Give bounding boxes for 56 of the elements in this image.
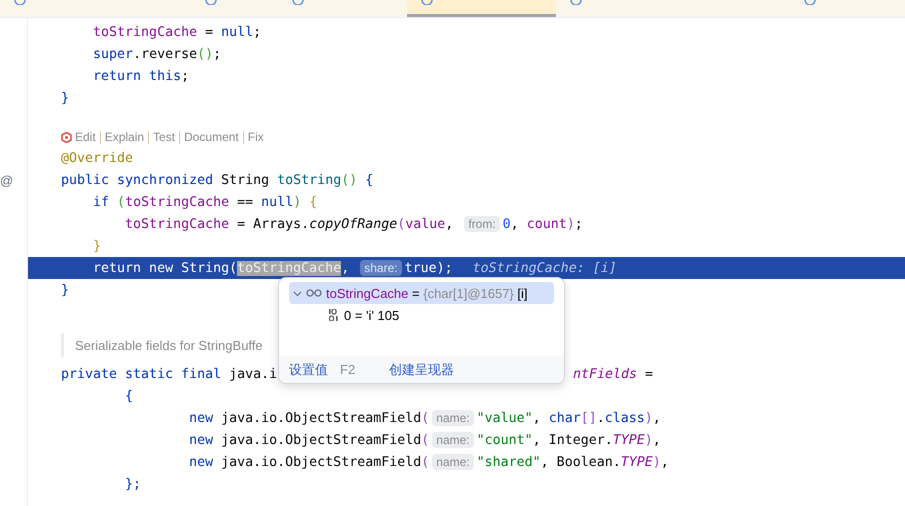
code-text: public synchronized String toString() { [61,172,374,188]
selected-text: toStringCache [237,260,342,276]
code-text: super.reverse(); [92,46,222,62]
variable-row[interactable]: toStringCache = {char[1]@1657} [i] [289,282,554,304]
code-text: toStringCache = Arrays.copyOfRange(value, [124,216,454,232]
code-text: 0, count); [502,216,583,232]
code-vision-link[interactable]: Fix [242,130,268,144]
parameter-hint: from: [464,216,500,232]
code-vision-link[interactable]: Edit [72,130,100,144]
code-text: return new String( [92,260,238,276]
code-text: new java.io.ObjectStreamField( [188,410,430,426]
class-icon [804,0,816,5]
ai-assistant-icon [61,132,72,142]
code-text: "shared", Boolean.TYPE), [476,454,669,470]
doc-text: Serializable fields for StringBuffe [75,338,263,352]
inline-debug-value: toStringCache: [i] [472,260,617,276]
code-text: private static final java.i [61,366,278,382]
code-text: toStringCache = null; [92,24,262,40]
code-text: , [341,260,350,276]
chevron-icon[interactable] [293,288,302,298]
parameter-hint: name: [432,432,474,448]
code-vision-link[interactable]: Explain [100,130,148,144]
class-icon [14,0,26,5]
code-text: return this; [92,68,190,84]
code-vision-link[interactable]: Document [179,130,243,144]
class-icon [205,0,218,5]
variable-text: toStringCache = {char[1]@1657} [i] [326,286,528,300]
code-text: @Override [61,150,134,166]
parameter-hint: name: [432,454,474,470]
variable-text: 0 = 'i' 105 [344,308,400,322]
code-text: }; [124,476,142,492]
code-text: new java.io.ObjectStreamField( [188,432,430,448]
code-text: ntFields = [573,366,654,382]
code-text: } [92,238,102,254]
parameter-hint: share: [360,260,402,276]
parameter-hint: name: [432,410,474,426]
code-text: new java.io.ObjectStreamField( [188,454,430,470]
override-marker-icon[interactable]: @ [0,172,14,188]
variable-row[interactable]: 0 = 'i' 105 [289,304,554,326]
code-text: if (toStringCache == null) { [92,194,318,210]
popup-action-link[interactable]: 设置值 [289,360,328,378]
popup-action-link[interactable]: 创建呈现器 [389,360,454,378]
code-text: "value", char[].class), [476,410,661,426]
class-icon [570,0,582,5]
code-vision-link[interactable]: Test [148,130,180,144]
shortcut-text: F2 [340,362,356,377]
code-text: } [61,282,70,298]
code-text: { [124,388,134,404]
class-icon [292,0,304,5]
binary-icon [329,309,340,321]
class-icon [421,0,434,5]
code-text: "count", Integer.TYPE), [476,432,661,448]
editor-tab[interactable] [407,0,556,17]
glasses-icon [306,289,322,297]
code-text: } [61,90,70,106]
code-text: true); [404,260,453,276]
